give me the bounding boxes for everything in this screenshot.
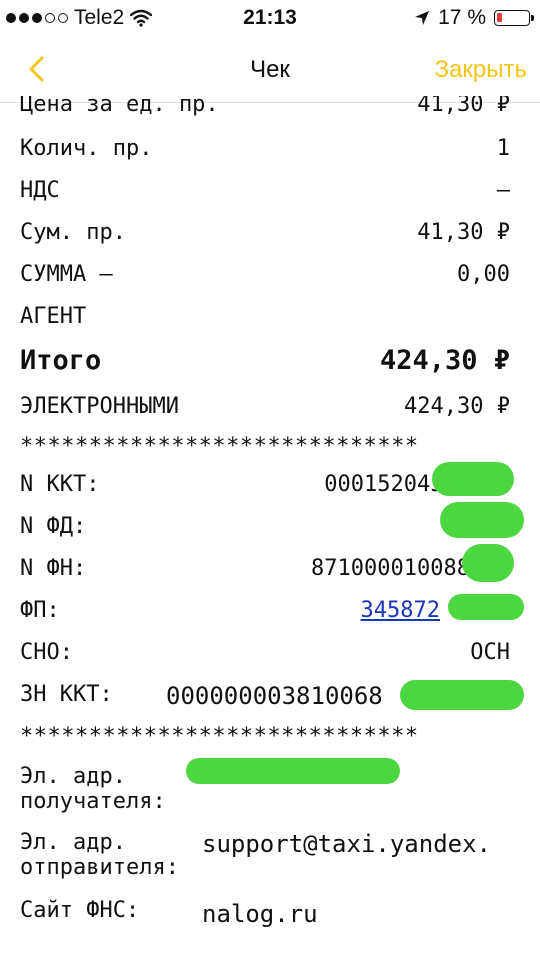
- row-label: Сум. пр.: [20, 220, 126, 245]
- row-value: —: [496, 178, 510, 203]
- nav-bar: Чек Закрыть: [0, 36, 540, 103]
- separator: *****************************: [20, 434, 419, 459]
- row-value: 41,30 ₽: [417, 220, 510, 245]
- total-value: 424,30 ₽: [379, 345, 510, 376]
- battery-percent: 17 %: [438, 6, 486, 29]
- row-label: N ККТ:: [20, 472, 100, 497]
- status-bar: Tele2 21:13 17 %: [0, 0, 540, 36]
- recipient-email-label: Эл. адр. получателя:: [20, 764, 166, 814]
- fp-link[interactable]: 345872: [361, 598, 440, 623]
- redaction-mark: [400, 680, 524, 710]
- close-button[interactable]: Закрыть: [435, 56, 527, 84]
- receipt: Цена за ед. пр. 41,30 ₽ Колич. пр. 1 НДС…: [0, 96, 540, 960]
- redaction-mark: [186, 758, 400, 784]
- redaction-mark: [440, 502, 524, 538]
- row-label: ЗН ККТ:: [20, 682, 113, 707]
- fns-site-value[interactable]: nalog.ru: [202, 900, 318, 928]
- redaction-mark: [448, 594, 524, 620]
- row-label: N ФД:: [20, 514, 87, 539]
- row-label: N ФН:: [20, 556, 87, 581]
- row-value: 424,30 ₽: [404, 394, 510, 419]
- battery-icon: [494, 10, 534, 26]
- row-label: НДС: [20, 178, 60, 203]
- total-label: Итого: [20, 345, 102, 376]
- row-label: Цена за ед. пр.: [20, 96, 219, 117]
- sender-email-label: Эл. адр. отправителя:: [20, 830, 179, 880]
- sender-email-value: support@taxi.yandex.: [202, 830, 491, 858]
- row-value: 000000003810068: [166, 682, 383, 710]
- status-bar-right: 17 %: [414, 6, 534, 30]
- row-value: 41,30 ₽: [417, 96, 510, 117]
- row-value: 0,00: [457, 262, 510, 287]
- row-label: СУММА –: [20, 262, 113, 287]
- separator: *****************************: [20, 724, 419, 749]
- row-label: ЭЛЕКТРОННЫМИ: [20, 394, 179, 419]
- fns-site-label: Сайт ФНС:: [20, 898, 140, 923]
- redaction-mark: [462, 544, 514, 582]
- redaction-mark: [432, 462, 514, 496]
- row-label: СНО:: [20, 640, 73, 665]
- location-arrow-icon: [415, 11, 430, 25]
- row-label: Колич. пр.: [20, 136, 153, 161]
- row-label: ФП:: [20, 598, 60, 623]
- row-label: АГЕНТ: [20, 304, 87, 329]
- row-value: ОСН: [470, 640, 510, 665]
- row-value: 1: [496, 136, 510, 161]
- row-value: 871000010088: [311, 556, 470, 581]
